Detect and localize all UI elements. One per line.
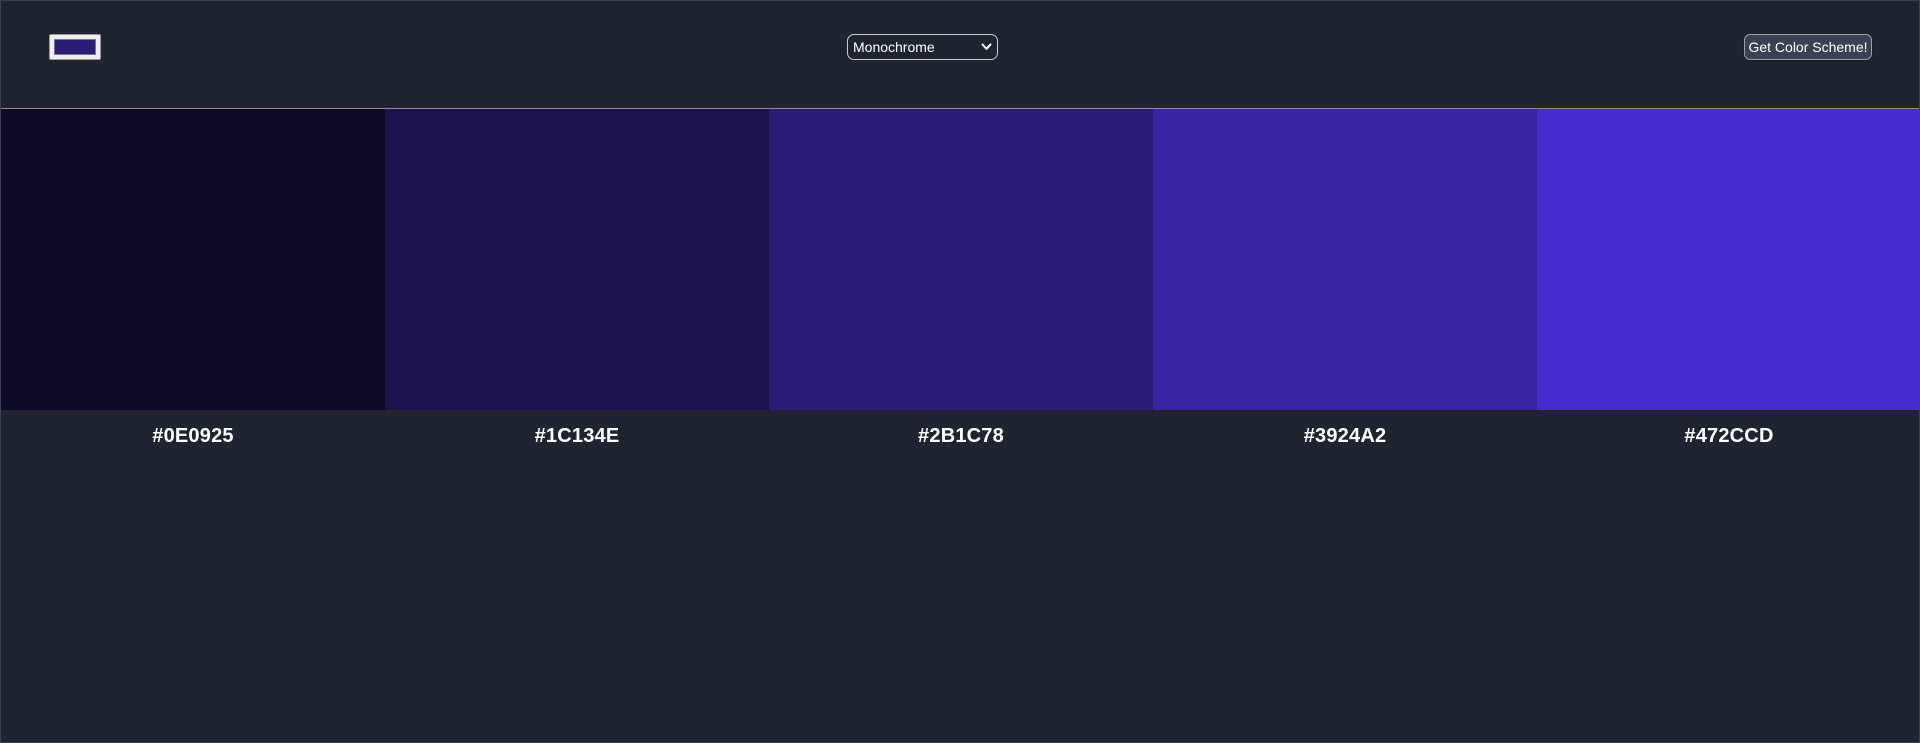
color-block[interactable] (1537, 109, 1920, 410)
chevron-down-icon (980, 41, 992, 53)
color-block[interactable] (1153, 109, 1537, 410)
seed-color-swatch (54, 39, 96, 55)
color-block[interactable] (1, 109, 385, 410)
color-item: #0E0925 (1, 109, 385, 448)
scheme-mode-select[interactable]: Monochrome (847, 34, 998, 60)
color-hex-label[interactable]: #2B1C78 (918, 425, 1004, 448)
get-color-scheme-button[interactable]: Get Color Scheme! (1744, 34, 1872, 60)
color-hex-label[interactable]: #472CCD (1684, 425, 1773, 448)
app-page: Monochrome Get Color Scheme! #0E0925 #1C… (0, 0, 1920, 743)
color-item: #472CCD (1537, 109, 1920, 448)
header-bar: Monochrome Get Color Scheme! (1, 1, 1919, 109)
color-hex-label[interactable]: #3924A2 (1304, 425, 1387, 448)
color-block[interactable] (385, 109, 769, 410)
color-hex-label[interactable]: #0E0925 (152, 425, 233, 448)
color-item: #3924A2 (1153, 109, 1537, 448)
color-item: #1C134E (385, 109, 769, 448)
seed-color-picker[interactable] (49, 34, 101, 60)
scheme-mode-selected-label: Monochrome (853, 39, 935, 55)
color-hex-label[interactable]: #1C134E (535, 425, 620, 448)
color-item: #2B1C78 (769, 109, 1153, 448)
color-scheme-list: #0E0925 #1C134E #2B1C78 #3924A2 #472CCD (1, 109, 1920, 448)
color-block[interactable] (769, 109, 1153, 410)
